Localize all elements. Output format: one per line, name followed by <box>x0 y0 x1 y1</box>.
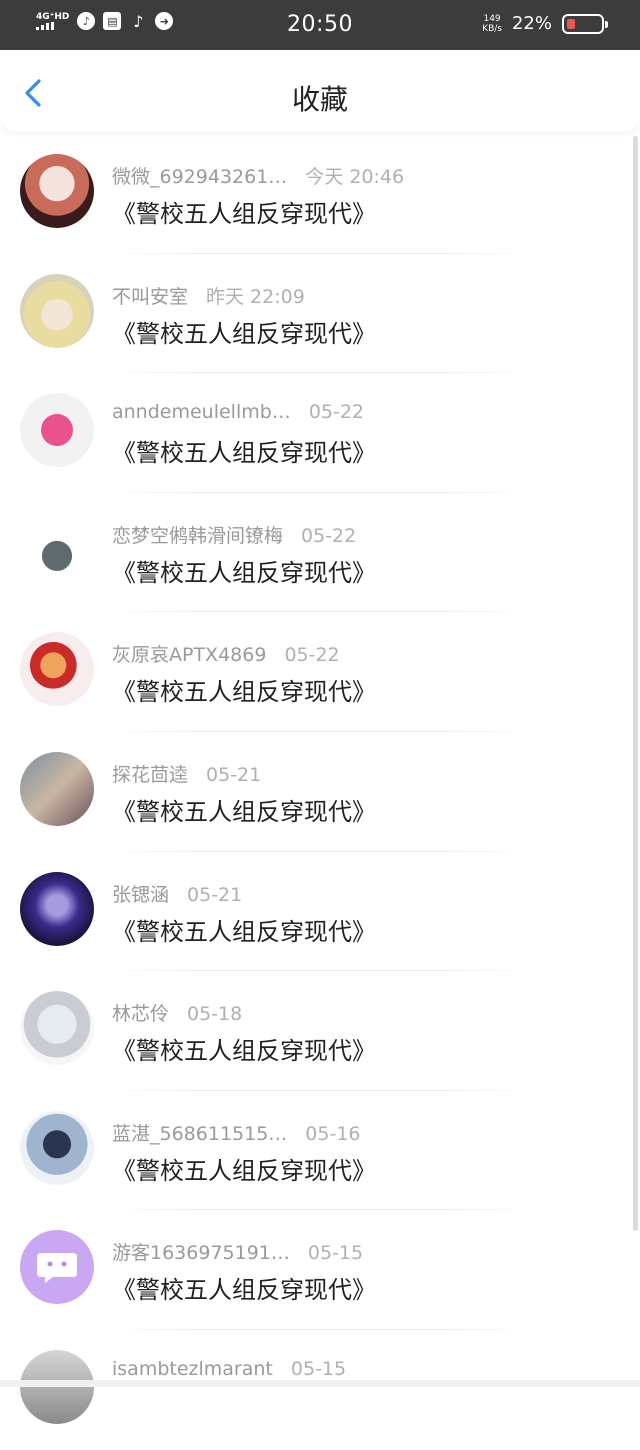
timestamp: 05-21 <box>187 883 243 906</box>
list-item-meta: 微微_692943261… 今天 20:46 <box>112 162 404 189</box>
bottom-edge <box>0 1380 640 1387</box>
timestamp: 05-16 <box>305 1122 361 1145</box>
list-item-meta: 灰原哀APTX4869 05-22 <box>112 640 340 667</box>
avatar[interactable] <box>20 273 94 348</box>
timestamp: 05-22 <box>308 401 365 424</box>
list-item[interactable]: 灰原哀APTX4869 05-22 《警校五人组反穿现代》 <box>0 612 640 732</box>
item-title[interactable]: 《警校五人组反穿现代》 <box>112 672 376 707</box>
item-title[interactable]: 《警校五人组反穿现代》 <box>112 1151 376 1186</box>
timestamp: 05-15 <box>290 1357 347 1380</box>
username[interactable]: 不叫安室 <box>112 286 188 308</box>
list-item-meta: anndemeulellmb… 05-22 <box>112 401 364 423</box>
avatar[interactable] <box>20 751 94 826</box>
list-item-meta: 游客1636975191… 05-15 <box>112 1238 363 1265</box>
item-title[interactable]: 《警校五人组反穿现代》 <box>112 792 376 827</box>
header: 收藏 <box>0 50 640 132</box>
battery-percent: 22% <box>511 13 552 34</box>
item-title[interactable]: 《警校五人组反穿现代》 <box>112 1031 376 1066</box>
list-item[interactable]: 恋梦空鸺韩滑间镣梅 05-22 《警校五人组反穿现代》 <box>0 493 640 613</box>
username[interactable]: 林芯伶 <box>112 1003 169 1025</box>
avatar[interactable] <box>20 632 94 707</box>
scrollbar[interactable] <box>633 136 638 1231</box>
avatar[interactable] <box>20 512 94 587</box>
list-item[interactable]: anndemeulellmb… 05-22 《警校五人组反穿现代》 <box>0 373 640 493</box>
item-title[interactable]: 《警校五人组反穿现代》 <box>112 1270 376 1305</box>
username[interactable]: 探花茴逵 <box>112 764 188 786</box>
page-title: 收藏 <box>291 83 348 116</box>
avatar[interactable] <box>20 393 94 468</box>
item-title[interactable]: 《警校五人组反穿现代》 <box>112 194 376 229</box>
item-title[interactable]: 《警校五人组反穿现代》 <box>112 433 376 468</box>
username[interactable]: 微微_692943261… <box>112 166 287 188</box>
list-item[interactable]: 微微_692943261… 今天 20:46 《警校五人组反穿现代》 <box>0 134 640 254</box>
status-bar: 4G⁺HD ♪ ▤ ♪ ➜ 20:50 149 KB/s 22% <box>0 0 640 50</box>
username[interactable]: 恋梦空鸺韩滑间镣梅 <box>112 525 283 547</box>
list-item[interactable]: 蓝湛_568611515… 05-16 《警校五人组反穿现代》 <box>0 1091 640 1211</box>
timestamp: 今天 20:46 <box>305 166 405 188</box>
list-item-meta: 张锶涵 05-21 <box>112 880 242 907</box>
timestamp: 05-18 <box>187 1003 243 1026</box>
username[interactable]: isambtezlmarant <box>112 1358 273 1380</box>
list-item[interactable]: 林芯伶 05-18 《警校五人组反穿现代》 <box>0 971 640 1091</box>
list-item-meta: 不叫安室 昨天 22:09 <box>112 282 305 309</box>
list-item-meta: isambtezlmarant 05-15 <box>112 1358 346 1380</box>
chat-bubble-icon <box>37 1253 77 1284</box>
timestamp: 昨天 22:09 <box>206 285 305 308</box>
timestamp: 05-22 <box>301 524 357 547</box>
list-item[interactable]: 张锶涵 05-21 《警校五人组反穿现代》 <box>0 852 640 972</box>
speed-value: 149 <box>483 13 501 24</box>
username[interactable]: 蓝湛_568611515… <box>112 1123 287 1145</box>
avatar[interactable] <box>20 991 94 1066</box>
item-title[interactable]: 《警校五人组反穿现代》 <box>112 553 376 588</box>
avatar[interactable] <box>20 1230 94 1305</box>
username[interactable]: anndemeulellmb… <box>112 401 291 423</box>
list-item[interactable]: 不叫安室 昨天 22:09 《警校五人组反穿现代》 <box>0 254 640 374</box>
avatar[interactable] <box>20 154 94 228</box>
battery-icon <box>562 13 608 34</box>
avatar[interactable] <box>20 1110 94 1185</box>
speed-unit: KB/s <box>482 23 502 34</box>
username[interactable]: 游客1636975191… <box>112 1242 290 1264</box>
favorites-list: 微微_692943261… 今天 20:46 《警校五人组反穿现代》 不叫安室 昨天… <box>0 134 640 1450</box>
timestamp: 05-21 <box>206 763 262 786</box>
username[interactable]: 灰原哀APTX4869 <box>112 644 266 666</box>
network-speed: 149 KB/s <box>482 14 502 34</box>
list-item[interactable]: isambtezlmarant 05-15 <box>0 1330 640 1450</box>
list-item-meta: 林芯伶 05-18 <box>112 999 242 1026</box>
list-item-meta: 探花茴逵 05-21 <box>112 760 261 787</box>
list-item-meta: 蓝湛_568611515… 05-16 <box>112 1119 361 1146</box>
avatar[interactable] <box>20 871 94 946</box>
timestamp: 05-22 <box>284 644 340 667</box>
timestamp: 05-15 <box>307 1242 364 1265</box>
list-item[interactable]: 探花茴逵 05-21 《警校五人组反穿现代》 <box>0 732 640 852</box>
status-right: 149 KB/s 22% <box>482 13 608 34</box>
list-item-meta: 恋梦空鸺韩滑间镣梅 05-22 <box>112 521 356 548</box>
list-item[interactable]: 游客1636975191… 05-15 《警校五人组反穿现代》 <box>0 1210 640 1330</box>
item-title[interactable]: 《警校五人组反穿现代》 <box>112 314 376 349</box>
username[interactable]: 张锶涵 <box>112 884 169 906</box>
item-title[interactable]: 《警校五人组反穿现代》 <box>112 912 376 947</box>
